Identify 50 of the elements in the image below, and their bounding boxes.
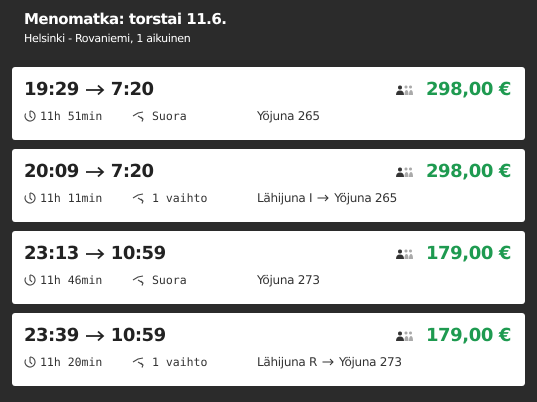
changes: Suora [152,273,188,287]
clock-icon [24,274,36,286]
departure-time: 19:29 [24,79,79,100]
arrival-time: 7:20 [110,161,154,182]
trip-card[interactable]: 23:39 10:59 179,00 € 11h 20min 1 vaihto Lähijuna R Yöjuna 273 [12,313,525,386]
changes: Suora [152,109,188,123]
trip-title: Menomatka: torstai 11.6. [24,10,228,28]
changes: 1 vaihto [152,355,208,369]
occupancy-icon [396,166,414,176]
route-subtitle: Helsinki - Rovaniemi, 1 aikuinen [24,32,192,45]
occupancy-icon [396,248,414,258]
clock-icon [24,356,36,368]
departure-time: 20:09 [24,161,79,182]
route-split-icon [132,274,146,286]
arrival-time: 10:59 [110,325,166,346]
clock-icon [24,192,36,204]
occupancy-icon [396,330,414,340]
arrow-icon [84,166,105,178]
arrival-time: 7:20 [110,79,154,100]
duration: 11h 20min [40,355,104,369]
arrow-icon [84,84,105,96]
price: 298,00 € [426,79,511,100]
train-name: Yöjuna 265 [257,109,320,123]
departure-time: 23:39 [24,325,79,346]
arrow-icon [322,358,334,366]
arrow-icon [84,330,105,342]
duration: 11h 46min [40,273,104,287]
departure-time: 23:13 [24,243,79,264]
arrow-icon [317,194,330,202]
duration: 11h 51min [40,109,104,123]
train-name: Yöjuna 273 [339,355,402,369]
price: 179,00 € [426,325,511,346]
trip-card[interactable]: 20:09 7:20 298,00 € 11h 11min 1 vaihto Lähijuna I Yöjuna 265 [12,149,525,222]
train-name: Lähijuna I [257,191,312,205]
route-split-icon [132,356,146,368]
price: 179,00 € [426,243,511,264]
changes: 1 vaihto [152,191,208,205]
price: 298,00 € [426,161,511,182]
trip-card[interactable]: 19:29 7:20 298,00 € 11h 51min Suora Yöjuna 265 [12,67,525,140]
route-split-icon [132,110,146,122]
arrival-time: 10:59 [110,243,166,264]
train-name: Yöjuna 273 [257,273,320,287]
trip-card[interactable]: 23:13 10:59 179,00 € 11h 46min Suora Yöjuna 273 [12,231,525,304]
clock-icon [24,110,36,122]
arrow-icon [84,248,105,260]
occupancy-icon [396,84,414,94]
duration: 11h 11min [40,191,104,205]
route-split-icon [132,192,146,204]
train-name: Yöjuna 265 [334,191,397,205]
train-name: Lähijuna R [257,355,318,369]
